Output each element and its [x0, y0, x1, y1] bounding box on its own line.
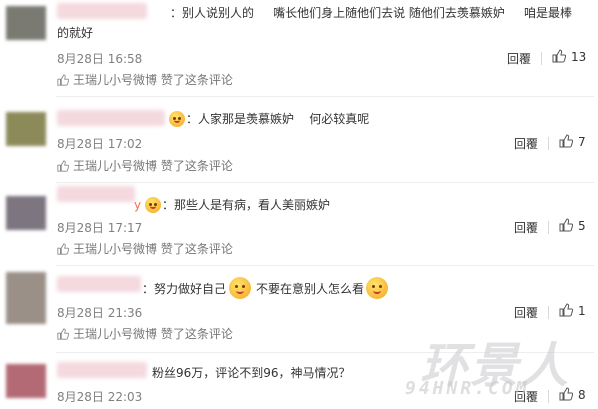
liked-by-user-link[interactable]: 王瑞儿小号微博: [73, 242, 157, 256]
liked-by-line: 王瑞儿小号微博 赞了这条评论: [57, 240, 233, 257]
liked-by-text: 赞了这条评论: [160, 242, 233, 256]
liked-by-text: 赞了这条评论: [160, 327, 233, 341]
avatar[interactable]: [6, 364, 46, 398]
divider: [548, 137, 549, 150]
username-blurred[interactable]: [57, 362, 147, 378]
comment-text-2: 不要在意别人怎么看: [256, 282, 365, 296]
reply-button[interactable]: 回覆: [514, 388, 538, 405]
username-blurred[interactable]: [57, 3, 147, 19]
liked-by-user-link[interactable]: 王瑞儿小号微博: [73, 327, 157, 341]
comment-text: ：那些人是有病，看人美丽嫉妒: [162, 198, 331, 212]
thumbs-up-icon: [57, 243, 69, 255]
avatar[interactable]: [6, 196, 46, 230]
comment-text: 粉丝96万，评论不到96，神马情况？: [152, 366, 351, 380]
thumbs-up-icon[interactable]: [559, 387, 573, 401]
comment-text: ：别人说别人的 嘴长他们身上随他们去说 随他们去羡慕嫉妒 咱是最棒: [170, 6, 572, 20]
thumbs-up-icon[interactable]: [552, 49, 566, 63]
reply-button[interactable]: 回覆: [514, 304, 538, 321]
thumbs-up-icon[interactable]: [559, 303, 573, 317]
reply-button[interactable]: 回覆: [514, 135, 538, 152]
username-blurred[interactable]: [57, 276, 141, 292]
liked-by-line: 王瑞儿小号微博 赞了这条评论: [57, 71, 233, 88]
emoji-icon: [366, 277, 388, 299]
comment-time: 8月28日 21:36: [57, 306, 143, 320]
liked-by-user-link[interactable]: 王瑞儿小号微博: [73, 73, 157, 87]
liked-by-text: 赞了这条评论: [160, 73, 233, 87]
reply-button[interactable]: 回覆: [507, 50, 531, 67]
thumbs-up-icon: [57, 74, 69, 86]
divider: [548, 221, 549, 234]
divider: [548, 390, 549, 403]
like-count: 8: [578, 388, 586, 402]
comment-separator: [56, 182, 594, 183]
comment-name-tail: y: [134, 198, 142, 212]
comment-separator: [56, 96, 594, 97]
liked-by-text: 赞了这条评论: [160, 159, 233, 173]
comment-text-continued: 的就好: [57, 26, 94, 40]
like-count: 5: [578, 219, 586, 233]
comment-text: ：努力做好自己: [142, 282, 227, 296]
username-blurred[interactable]: [57, 186, 135, 202]
like-count: 1: [578, 304, 586, 318]
liked-by-line: 王瑞儿小号微博 赞了这条评论: [57, 325, 233, 342]
like-count: 13: [571, 50, 587, 64]
thumbs-up-icon[interactable]: [559, 134, 573, 148]
thumbs-up-icon: [57, 328, 69, 340]
watermark-main: 环景人: [420, 338, 571, 394]
username-blurred[interactable]: [57, 110, 165, 126]
avatar[interactable]: [6, 112, 46, 146]
emoji-icon: [229, 277, 251, 299]
comment-separator: [56, 352, 594, 353]
liked-by-user-link[interactable]: 王瑞儿小号微博: [73, 159, 157, 173]
emoji-icon: [145, 197, 161, 213]
reply-button[interactable]: 回覆: [514, 219, 538, 236]
comment-time: 8月28日 22:03: [57, 390, 143, 404]
divider: [548, 306, 549, 319]
avatar[interactable]: [6, 6, 46, 40]
avatar[interactable]: [6, 272, 46, 324]
comment-text: ：人家那是羡慕嫉妒 何必较真呢: [186, 112, 370, 126]
thumbs-up-icon: [57, 160, 69, 172]
comment-time: 8月28日 17:17: [57, 221, 143, 235]
thumbs-up-icon[interactable]: [559, 218, 573, 232]
liked-by-line: 王瑞儿小号微博 赞了这条评论: [57, 157, 233, 174]
divider: [541, 52, 542, 65]
emoji-icon: [169, 111, 185, 127]
comment-time: 8月28日 17:02: [57, 137, 143, 151]
like-count: 7: [578, 135, 586, 149]
comment-time: 8月28日 16:58: [57, 52, 143, 66]
comment-separator: [56, 265, 594, 266]
watermark-sub: 94HNR.COM: [405, 378, 530, 399]
